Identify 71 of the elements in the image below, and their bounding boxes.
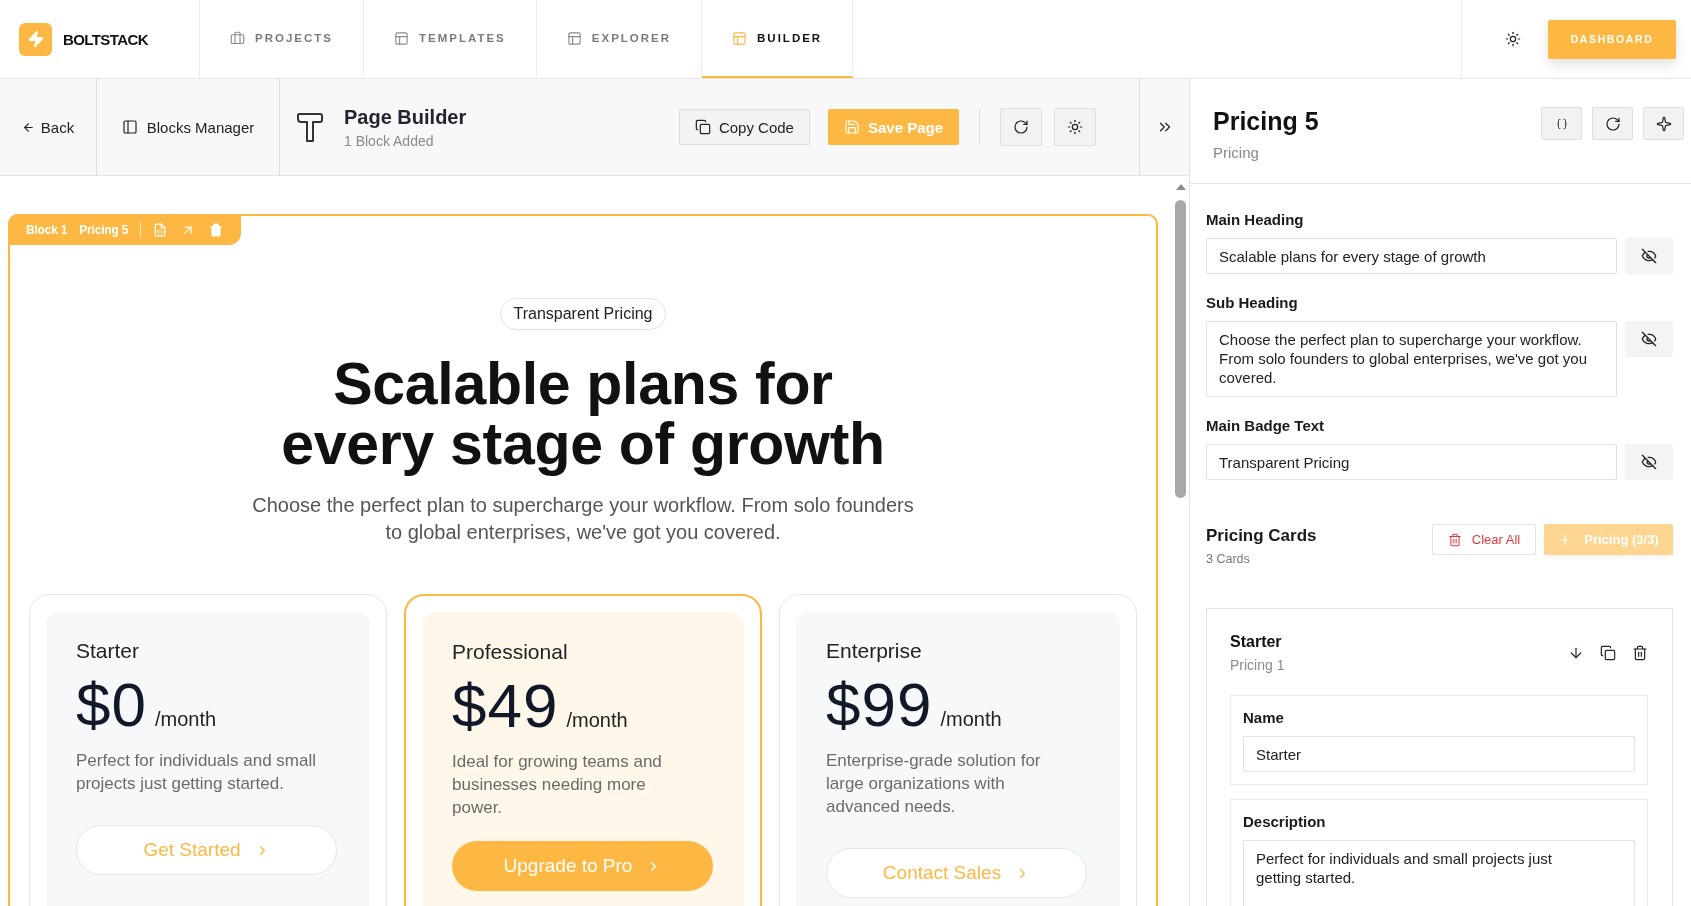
- hero-subheading: Choose the perfect plan to supercharge your workflow. From solo founders to global enterprises, we've got you covered.: [251, 493, 915, 545]
- bolt-logo-icon: [19, 22, 52, 56]
- field-label: Main Badge Text: [1206, 417, 1326, 434]
- price-period: /month: [940, 708, 1002, 731]
- plus-icon: [1558, 532, 1573, 547]
- block-number-label: Block 1: [26, 222, 68, 237]
- sun-icon: [1067, 119, 1083, 135]
- scrollbar-thumb[interactable]: [1175, 200, 1186, 498]
- section-title: Pricing Cards: [1206, 526, 1317, 546]
- text-area[interactable]: Perfect for individuals and small projects just getting started.: [1243, 840, 1635, 906]
- page-title: Page Builder: [344, 105, 467, 129]
- price-period: /month: [566, 709, 628, 732]
- trash-icon: [1447, 532, 1462, 547]
- refresh-button[interactable]: [1000, 108, 1042, 146]
- field-label: Sub Heading: [1206, 294, 1299, 311]
- eye-off-icon: [1641, 331, 1657, 347]
- panel-subtitle: Pricing: [1213, 144, 1260, 161]
- trash-icon[interactable]: [1632, 645, 1648, 661]
- visibility-toggle-button[interactable]: [1625, 238, 1673, 274]
- nav-tab[interactable]: BUILDER: [702, 0, 854, 78]
- copy-icon[interactable]: [1600, 645, 1616, 661]
- reset-button[interactable]: [1592, 107, 1633, 140]
- visibility-toggle-button[interactable]: [1625, 444, 1673, 480]
- card-editor-subtitle: Pricing 1: [1230, 657, 1285, 673]
- sparkle-icon: [1655, 115, 1672, 132]
- visibility-toggle-button[interactable]: [1625, 321, 1673, 357]
- sparkle-button[interactable]: [1643, 107, 1684, 140]
- panel-left-icon: [121, 119, 138, 135]
- back-link[interactable]: Back: [21, 114, 75, 140]
- plan-name: Professional: [452, 640, 569, 664]
- eye-off-icon: [1641, 454, 1657, 470]
- plan-price: $49: [452, 674, 559, 738]
- page-subtitle: 1 Block Added: [344, 132, 435, 149]
- field-label: Main Heading: [1206, 211, 1305, 228]
- plan-price: $99: [826, 673, 933, 737]
- clear-all-button[interactable]: Clear All: [1432, 524, 1536, 555]
- plan-description: Perfect for individuals and small projects just getting started.: [76, 750, 317, 795]
- brand-name: BOLTSTACK: [63, 30, 148, 48]
- sun-icon[interactable]: [1505, 31, 1521, 47]
- plan-name: Enterprise: [826, 639, 923, 663]
- blocks-manager-link[interactable]: Blocks Manager: [121, 114, 255, 140]
- card-editor-title: Starter: [1230, 633, 1283, 651]
- text-input[interactable]: Scalable plans for every stage of growth: [1206, 238, 1617, 274]
- text-area[interactable]: Choose the perfect plan to supercharge your workflow. From solo founders to global enterprises, we've got you covered.: [1206, 321, 1617, 397]
- refresh-icon: [1013, 119, 1029, 135]
- plan-description: Enterprise-grade solution for large organizations with advanced needs.: [826, 750, 1042, 818]
- braces-icon: [1555, 117, 1568, 130]
- layout-icon: [566, 30, 582, 46]
- text-input[interactable]: Starter: [1243, 736, 1635, 772]
- plan-description: Ideal for growing teams and businesses needing more power.: [452, 751, 663, 819]
- hero-heading: Scalable plans for every stage of growth: [280, 354, 886, 474]
- price-period: /month: [154, 708, 217, 731]
- text-input[interactable]: Transparent Pricing: [1206, 444, 1617, 480]
- eye-off-icon: [1641, 248, 1657, 264]
- cards-count: 3 Cards: [1206, 552, 1251, 566]
- layout-icon: [732, 30, 748, 46]
- copy-icon: [694, 119, 711, 135]
- copy-code-button[interactable]: Copy Code: [678, 109, 810, 145]
- plan-name: Starter: [76, 639, 141, 663]
- field-label: Name: [1243, 709, 1285, 726]
- field-label: Description: [1243, 813, 1327, 830]
- save-icon: [843, 119, 860, 135]
- panel-title: Pricing 5: [1213, 107, 1319, 136]
- plan-price: $0: [76, 673, 147, 737]
- theme-button[interactable]: [1054, 108, 1096, 146]
- block-name-label: Pricing 5: [79, 222, 129, 237]
- refresh-icon: [1604, 115, 1621, 132]
- arrow-left-icon: [21, 120, 35, 134]
- briefcase-icon: [230, 30, 245, 46]
- layout-icon: [394, 30, 409, 46]
- t-shape-icon: [296, 111, 324, 143]
